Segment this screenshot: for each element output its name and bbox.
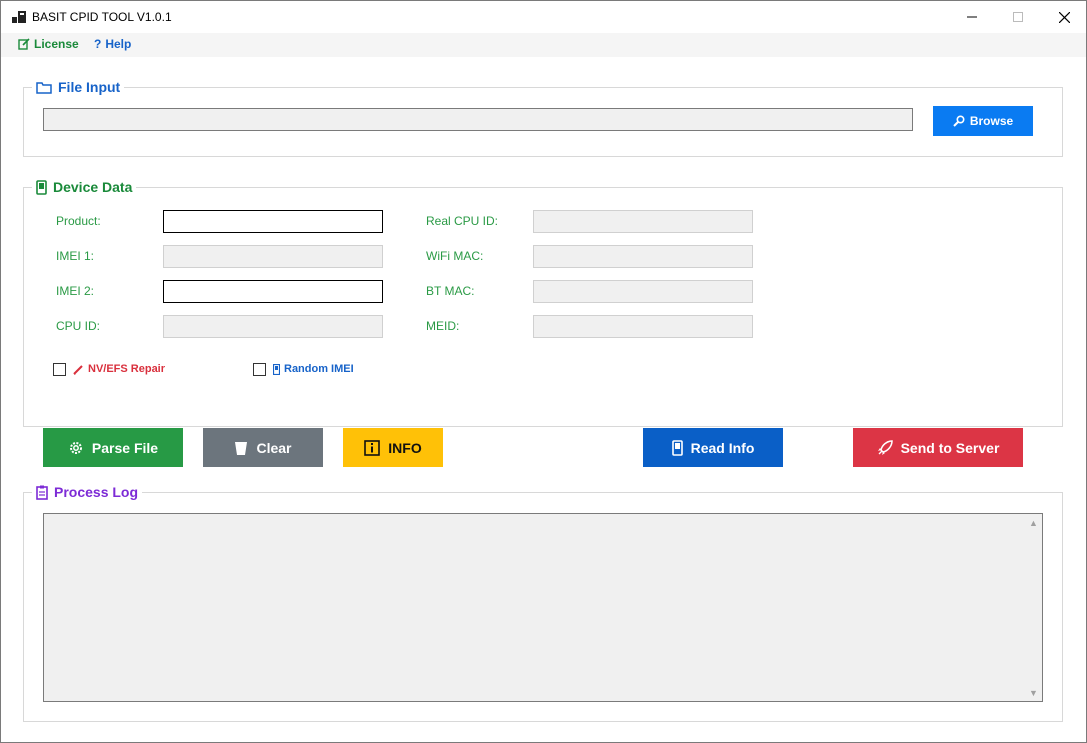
process-log-title-label: Process Log bbox=[54, 484, 139, 500]
pencil-icon bbox=[73, 364, 83, 375]
rocket-icon bbox=[877, 439, 893, 455]
info-icon bbox=[364, 439, 381, 456]
menu-bar: License ? Help bbox=[1, 33, 1086, 57]
browse-button[interactable]: Browse bbox=[933, 106, 1033, 136]
device-icon bbox=[36, 179, 47, 195]
process-log-textarea[interactable]: ▲ ▼ bbox=[43, 513, 1043, 702]
app-window: BASIT CPID TOOL V1.0.1 License ? Help Fi… bbox=[0, 0, 1087, 743]
app-icon bbox=[12, 11, 26, 24]
imei2-field[interactable] bbox=[163, 280, 383, 303]
clear-button[interactable]: Clear bbox=[203, 428, 323, 467]
log-scrollbar[interactable]: ▲ ▼ bbox=[1025, 514, 1042, 701]
nv-efs-repair-label: NV/EFS Repair bbox=[88, 363, 166, 375]
cpu-id-label: CPU ID: bbox=[56, 319, 101, 333]
clear-label: Clear bbox=[256, 439, 292, 456]
process-log-title: Process Log bbox=[32, 484, 143, 500]
trash-icon bbox=[235, 441, 248, 455]
meid-label: MEID: bbox=[426, 319, 460, 333]
real-cpu-id-label: Real CPU ID: bbox=[426, 214, 499, 228]
product-label: Product: bbox=[56, 214, 101, 228]
parse-file-label: Parse File bbox=[91, 439, 159, 456]
file-path-input[interactable] bbox=[43, 108, 913, 131]
license-icon bbox=[18, 38, 30, 50]
file-input-title: File Input bbox=[32, 79, 125, 95]
device-data-title: Device Data bbox=[32, 179, 137, 195]
maximize-button[interactable] bbox=[995, 1, 1041, 33]
minimize-button[interactable] bbox=[949, 1, 995, 33]
close-button[interactable] bbox=[1041, 1, 1087, 33]
file-input-group: File Input Browse bbox=[23, 79, 1063, 157]
product-field[interactable] bbox=[163, 210, 383, 233]
search-icon bbox=[953, 115, 965, 127]
minimize-icon bbox=[967, 16, 977, 18]
close-icon bbox=[1058, 11, 1070, 23]
window-title: BASIT CPID TOOL V1.0.1 bbox=[32, 10, 172, 24]
wifi-mac-label: WiFi MAC: bbox=[426, 249, 484, 263]
device-small-icon bbox=[273, 363, 280, 375]
menu-help-label: Help bbox=[105, 37, 132, 51]
cpu-id-field[interactable] bbox=[163, 315, 383, 338]
file-input-title-label: File Input bbox=[58, 79, 121, 95]
random-imei-checkbox[interactable] bbox=[253, 363, 266, 376]
maximize-icon bbox=[1013, 12, 1023, 22]
nv-efs-repair-option[interactable]: NV/EFS Repair bbox=[73, 363, 165, 375]
bt-mac-field[interactable] bbox=[533, 280, 753, 303]
info-button[interactable]: INFO bbox=[343, 428, 443, 467]
read-info-label: Read Info bbox=[690, 439, 755, 456]
device-data-group: Device Data Product: IMEI 1: IMEI 2: CPU… bbox=[23, 179, 1063, 427]
process-log-group: Process Log ▲ ▼ bbox=[23, 484, 1063, 722]
folder-icon bbox=[36, 81, 52, 94]
menu-license-label: License bbox=[34, 37, 79, 51]
random-imei-option[interactable]: Random IMEI bbox=[273, 363, 354, 375]
send-to-server-button[interactable]: Send to Server bbox=[853, 428, 1023, 467]
imei2-label: IMEI 2: bbox=[56, 284, 95, 298]
clipboard-icon bbox=[36, 485, 48, 500]
gear-icon bbox=[69, 441, 82, 454]
imei1-field[interactable] bbox=[163, 245, 383, 268]
bt-mac-label: BT MAC: bbox=[426, 284, 475, 298]
browse-button-label: Browse bbox=[969, 114, 1014, 128]
meid-field[interactable] bbox=[533, 315, 753, 338]
title-bar: BASIT CPID TOOL V1.0.1 bbox=[1, 1, 1086, 33]
question-icon: ? bbox=[94, 37, 102, 51]
random-imei-label: Random IMEI bbox=[284, 363, 354, 375]
wifi-mac-field[interactable] bbox=[533, 245, 753, 268]
read-info-button[interactable]: Read Info bbox=[643, 428, 783, 467]
device-data-title-label: Device Data bbox=[53, 179, 133, 195]
parse-file-button[interactable]: Parse File bbox=[43, 428, 183, 467]
scroll-up-icon[interactable]: ▲ bbox=[1025, 514, 1042, 531]
menu-help[interactable]: ? Help bbox=[94, 37, 131, 51]
info-label: INFO bbox=[388, 439, 422, 456]
scroll-down-icon[interactable]: ▼ bbox=[1025, 684, 1042, 701]
send-to-server-label: Send to Server bbox=[900, 439, 1000, 456]
nv-efs-repair-checkbox[interactable] bbox=[53, 363, 66, 376]
menu-license[interactable]: License bbox=[18, 37, 79, 51]
real-cpu-id-field[interactable] bbox=[533, 210, 753, 233]
device-icon bbox=[671, 439, 683, 456]
imei1-label: IMEI 1: bbox=[56, 249, 95, 263]
